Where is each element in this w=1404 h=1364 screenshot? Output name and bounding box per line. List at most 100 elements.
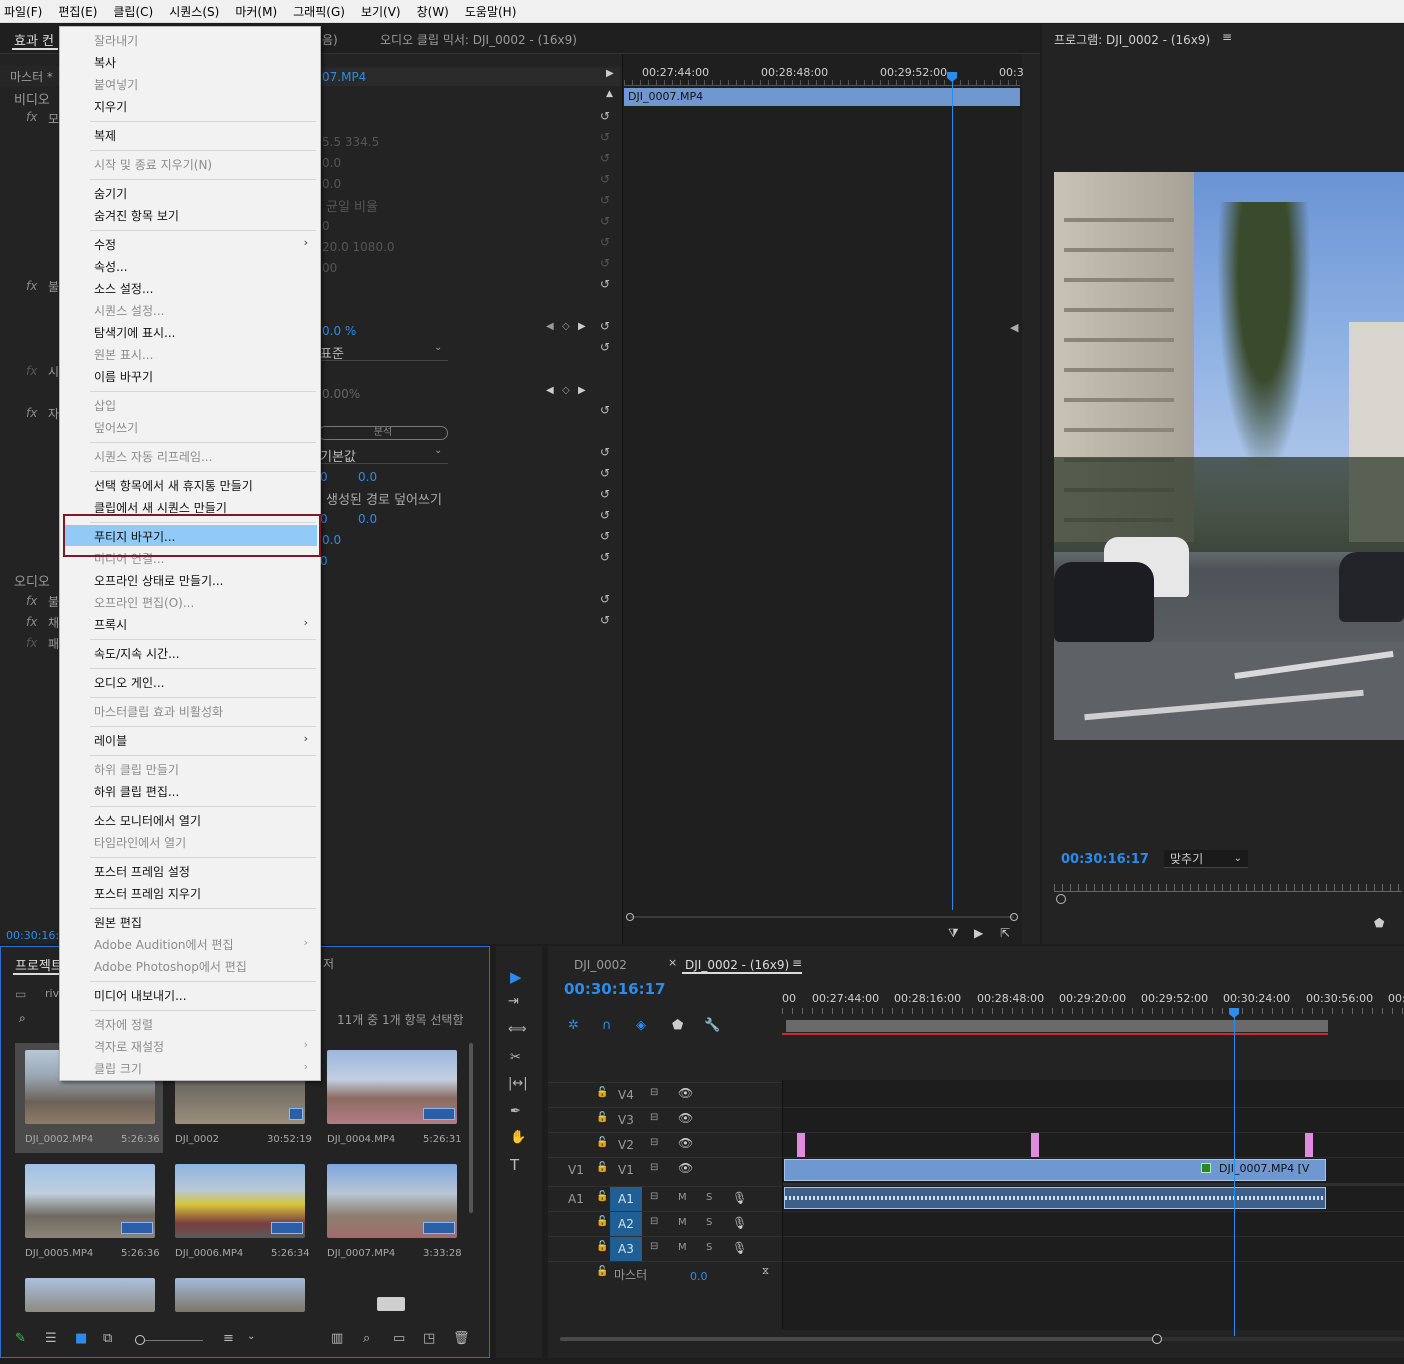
filter-icon[interactable]: ⧩	[948, 926, 959, 941]
track-label[interactable]: V4	[618, 1088, 634, 1102]
timeline-timecode[interactable]: 00:30:16:17	[564, 980, 666, 998]
menu-item-edit-offline[interactable]: 오프라인 편집(O)...	[94, 594, 194, 611]
menu-item-edit-subclip[interactable]: 하위 클립 편집...	[94, 783, 179, 800]
eye-icon[interactable]: 👁	[678, 1111, 693, 1125]
reset-icon[interactable]: ↺	[600, 442, 616, 463]
menu-item-label[interactable]: 레이블	[94, 732, 127, 749]
menu-item-export-media[interactable]: 미디어 내보내기...	[94, 987, 187, 1004]
menu-item-source-settings[interactable]: 소스 설정...	[94, 280, 153, 297]
uniform-scale-checkbox[interactable]: 균일 비율	[326, 196, 378, 215]
microphone-icon[interactable]: 🎙	[732, 1191, 747, 1205]
reset-icon[interactable]: ↺	[600, 547, 616, 568]
pencil-icon[interactable]: ✎	[15, 1331, 26, 1346]
menu-item-open-source-monitor[interactable]: 소스 모니터에서 열기	[94, 812, 201, 829]
reset-icon[interactable]: ↺	[600, 232, 616, 253]
audio-clip[interactable]	[784, 1187, 1326, 1209]
solo-button[interactable]: S	[706, 1242, 712, 1253]
search-icon[interactable]: ⌕	[363, 1331, 370, 1346]
analyze-button[interactable]: 분석	[318, 426, 448, 440]
sync-lock-icon[interactable]: ⊟	[650, 1216, 658, 1227]
fit-select[interactable]: 맞추기 ⌄	[1164, 850, 1248, 868]
trash-icon[interactable]: 🗑	[453, 1331, 470, 1346]
reset-icon[interactable]: ↺	[600, 484, 616, 505]
timeline-playhead[interactable]	[1234, 1008, 1235, 1336]
keyframe-next-icon[interactable]: ▶	[578, 385, 586, 396]
reset-icon[interactable]: ↺	[600, 211, 616, 232]
automate-sequence-icon[interactable]: ▥	[331, 1331, 343, 1346]
playhead[interactable]	[952, 72, 953, 910]
menu-item-auto-reframe[interactable]: 시퀀스 자동 리프레임...	[94, 448, 212, 465]
lock-icon[interactable]: 🔓	[596, 1137, 608, 1148]
menu-item-properties[interactable]: 속성...	[94, 258, 128, 275]
reframe-scale-value[interactable]: 0	[320, 512, 328, 526]
menu-item-modify[interactable]: 수정	[94, 236, 116, 253]
menu-sequence[interactable]: 시퀀스(S)	[169, 3, 219, 20]
program-ruler[interactable]	[1054, 884, 1402, 892]
panel-menu-icon[interactable]: ≡	[1222, 30, 1232, 44]
list-view-icon[interactable]: ☰	[45, 1331, 57, 1346]
menu-item-view-hidden[interactable]: 숨겨진 항목 보기	[94, 207, 179, 224]
track-label[interactable]: A1	[618, 1192, 634, 1206]
slip-tool-icon[interactable]: |↔|	[508, 1076, 528, 1091]
sync-lock-icon[interactable]: ⊟	[650, 1191, 658, 1202]
track-select-tool-icon[interactable]: ⇥	[508, 994, 519, 1009]
menu-item-reveal-original[interactable]: 원본 표시...	[94, 346, 153, 363]
rotation-value[interactable]: 0	[322, 219, 330, 233]
chevron-down-icon[interactable]: ⌄	[434, 445, 442, 456]
close-icon[interactable]: ×	[668, 956, 677, 969]
freeform-view-icon[interactable]: ⧉	[103, 1331, 112, 1346]
menu-item-insert[interactable]: 삽입	[94, 397, 116, 414]
menu-item-make-subclip[interactable]: 하위 클립 만들기	[94, 761, 179, 778]
menu-item-edit-in-photoshop[interactable]: Adobe Photoshop에서 편집	[94, 958, 247, 975]
lock-icon[interactable]: 🔓	[596, 1112, 608, 1123]
reset-icon[interactable]: ↺	[600, 253, 616, 274]
clip-thumbnail[interactable]	[175, 1278, 305, 1312]
lock-icon[interactable]: 🔓	[596, 1216, 608, 1227]
tab-sequence-2[interactable]: DJI_0002 - (16x9)	[685, 958, 789, 972]
microphone-icon[interactable]: 🎙	[732, 1216, 747, 1230]
track-label[interactable]: V2	[618, 1138, 634, 1152]
menu-item-set-poster-frame[interactable]: 포스터 프레임 설정	[94, 863, 190, 880]
menu-view[interactable]: 보기(V)	[361, 3, 401, 20]
track-label[interactable]: A3	[618, 1242, 634, 1256]
menu-file[interactable]: 파일(F)	[4, 3, 42, 20]
reset-icon[interactable]: ↺	[600, 610, 616, 631]
mute-button[interactable]: M	[678, 1242, 687, 1253]
tab-audio-suffix[interactable]: 음)	[322, 31, 338, 48]
tab-sequence-1[interactable]: DJI_0002	[574, 958, 627, 972]
menu-marker[interactable]: 마커(M)	[235, 3, 277, 20]
track-label[interactable]: V3	[618, 1113, 634, 1127]
reset-icon[interactable]: ↺	[600, 316, 616, 337]
new-bin-icon[interactable]: ▭	[393, 1331, 405, 1346]
sort-icon[interactable]: ≡	[223, 1331, 234, 1346]
scale-value[interactable]: 0.0	[322, 156, 341, 170]
project-scrollbar[interactable]	[469, 1043, 473, 1213]
lock-icon[interactable]: 🔓	[596, 1087, 608, 1098]
reset-icon[interactable]: ↺	[600, 274, 616, 295]
chevron-down-icon[interactable]: ⌄	[247, 1331, 255, 1342]
search-icon[interactable]: ⌕	[19, 1011, 26, 1026]
nest-icon[interactable]: ✲	[568, 1018, 579, 1033]
zoom-slider[interactable]	[137, 1340, 203, 1341]
mute-button[interactable]: M	[678, 1217, 687, 1228]
menu-item-proxy[interactable]: 프록시	[94, 616, 127, 633]
linked-selection-icon[interactable]: ◈	[636, 1018, 646, 1033]
menu-item-copy[interactable]: 복사	[94, 54, 116, 71]
track-label[interactable]: V1	[618, 1163, 634, 1177]
bin-icon[interactable]	[377, 1297, 405, 1311]
tab-project[interactable]: 프로젝트	[15, 955, 63, 974]
zoom-scrollbar[interactable]	[626, 913, 1018, 921]
icon-view-icon[interactable]: ■	[75, 1331, 87, 1346]
menu-item-open-timeline[interactable]: 타임라인에서 열기	[94, 834, 186, 851]
timeline-scrollbar[interactable]	[560, 1334, 1404, 1344]
menu-item-edit-original[interactable]: 원본 편집	[94, 914, 142, 931]
ripple-edit-tool-icon[interactable]: ⟺	[508, 1022, 527, 1037]
microphone-icon[interactable]: 🎙	[732, 1241, 747, 1255]
speed-value[interactable]: 0.00%	[322, 387, 360, 401]
tab-effect-controls[interactable]: 효과 컨	[14, 30, 54, 49]
reset-icon[interactable]: ↺	[600, 127, 616, 148]
hand-tool-icon[interactable]: ✋	[510, 1130, 526, 1145]
menu-item-reset-to-grid[interactable]: 격자로 재설정	[94, 1038, 164, 1055]
anchor-values[interactable]: 20.0 1080.0	[322, 240, 395, 254]
menu-item-disable-masterclip-effects[interactable]: 마스터클립 효과 비활성화	[94, 703, 223, 720]
